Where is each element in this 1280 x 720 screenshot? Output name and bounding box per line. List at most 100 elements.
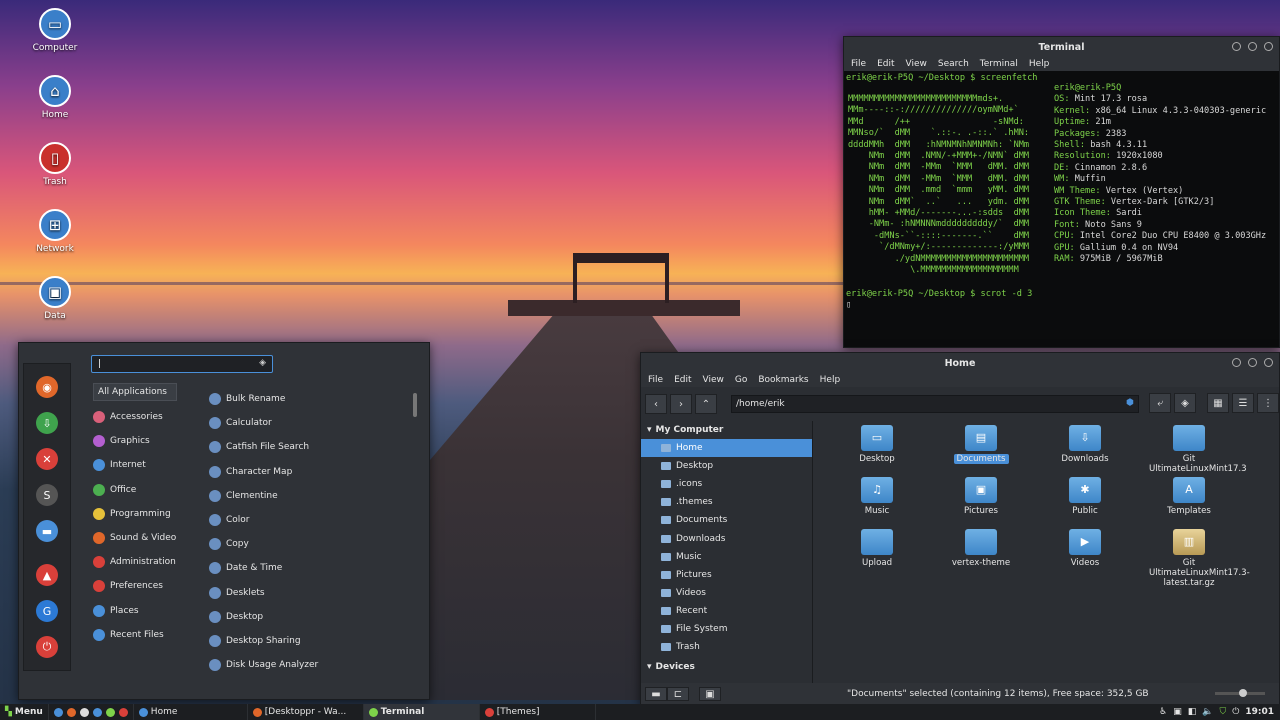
menu-scrollbar[interactable] (413, 393, 417, 417)
files-menu-item[interactable]: Help (820, 375, 841, 385)
category-item[interactable]: All Applications (93, 383, 177, 401)
category-item[interactable]: Programming (93, 502, 203, 526)
category-item[interactable]: Administration (93, 550, 203, 574)
tools-icon[interactable] (118, 707, 128, 717)
settings-icon[interactable] (92, 707, 102, 717)
file-item[interactable]: Git UltimateLinuxMint17.3 (1149, 425, 1247, 474)
files-menu-item[interactable]: Bookmarks (758, 375, 808, 385)
file-item[interactable]: ▭ Desktop (837, 425, 917, 464)
category-item[interactable]: Accessories (93, 405, 203, 429)
sidebar-section-header[interactable]: ▾ Devices (641, 658, 812, 676)
file-item[interactable]: ⇩ Downloads (1045, 425, 1125, 464)
folder-icon[interactable]: ▬ (36, 520, 58, 542)
app-item[interactable]: Clementine (209, 484, 409, 508)
category-item[interactable]: Recent Files (93, 623, 203, 647)
file-item[interactable]: ✱ Public (1045, 477, 1125, 516)
toggle-location-button[interactable]: ◈ (1174, 393, 1196, 413)
show-desktop-icon[interactable] (53, 707, 63, 717)
sidebar-item[interactable]: Recent (641, 602, 812, 620)
synaptic-icon[interactable] (79, 707, 89, 717)
app-item[interactable]: Character Map (209, 460, 409, 484)
file-item[interactable]: ▤ Documents (941, 425, 1021, 464)
sidebar-item[interactable]: .icons (641, 475, 812, 493)
bookmark-icon[interactable]: ⬢ (1126, 398, 1134, 408)
open-terminal-button[interactable]: ⤶ (1149, 393, 1171, 413)
zoom-slider[interactable] (1215, 689, 1265, 697)
category-item[interactable]: Places (93, 599, 203, 623)
desktop-icon-home[interactable]: ⌂ Home (22, 75, 88, 120)
category-item[interactable]: Preferences (93, 574, 203, 598)
forward-button[interactable]: › (670, 394, 692, 414)
category-item[interactable]: Internet (93, 453, 203, 477)
file-item[interactable]: ▣ Pictures (941, 477, 1021, 516)
taskbar-button[interactable]: Terminal (363, 704, 480, 720)
desktop-icon-computer[interactable]: ▭ Computer (22, 8, 88, 53)
accessibility-icon[interactable]: ♿ (1159, 707, 1167, 717)
sidebar-item[interactable]: Home (641, 439, 812, 458)
sidebar-item[interactable]: Music (641, 548, 812, 566)
firefox-icon[interactable]: ◉ (36, 376, 58, 398)
up-button[interactable]: ⌃ (695, 394, 717, 414)
desktop-icon-data[interactable]: ▣ Data (22, 276, 88, 321)
file-item[interactable]: ♫ Music (837, 477, 917, 516)
sidebar-item[interactable]: Desktop (641, 457, 812, 475)
sidebar-item[interactable]: File System (641, 620, 812, 638)
file-item[interactable]: A Templates (1149, 477, 1229, 516)
terminal-window[interactable]: Terminal File Edit View Search Terminal Help … (843, 36, 1280, 348)
sidebar-item[interactable]: Trash (641, 638, 812, 656)
app-item[interactable]: Color (209, 508, 409, 532)
maximize-button[interactable] (1248, 358, 1257, 367)
app-item[interactable]: Copy (209, 532, 409, 556)
show-tree-button[interactable]: ⊏ (667, 687, 689, 701)
power-icon[interactable]: ⏻ (36, 636, 58, 658)
taskbar-button[interactable]: [Desktoppr - Wa... (248, 704, 364, 720)
terminal-titlebar[interactable]: Terminal (844, 37, 1279, 57)
notification-icon[interactable]: ▣ (1173, 707, 1182, 717)
synaptic-icon[interactable]: S (36, 484, 58, 506)
list-view-button[interactable]: ☰ (1232, 393, 1254, 413)
app-item[interactable]: Bulk Rename (209, 387, 409, 411)
minimize-button[interactable] (1232, 42, 1241, 51)
tools-icon[interactable]: ✕ (36, 448, 58, 470)
clear-search-icon[interactable]: ◈ (259, 358, 266, 368)
firefox-icon[interactable] (66, 707, 76, 717)
files-menu-item[interactable]: Edit (674, 375, 691, 385)
sidebar-item[interactable]: Videos (641, 584, 812, 602)
app-item[interactable]: Desktop Sharing (209, 629, 409, 653)
files-menu-item[interactable]: Go (735, 375, 747, 385)
sidebar-item[interactable]: Documents (641, 511, 812, 529)
file-manager-window[interactable]: Home File Edit View Go Bookmarks Help ‹ › ⌃ /… (640, 352, 1280, 706)
terminal-menu-item[interactable]: Terminal (980, 59, 1018, 69)
show-places-button[interactable]: ▬ (645, 687, 667, 701)
sidebar-section-header[interactable]: ▾ My Computer (641, 421, 812, 439)
power-icon[interactable]: ⏻ (1232, 707, 1239, 717)
network-icon[interactable]: ◧ (1188, 707, 1197, 717)
terminal-launcher-icon[interactable] (105, 707, 115, 717)
category-item[interactable]: Office (93, 478, 203, 502)
terminal-menu-item[interactable]: File (851, 59, 866, 69)
minimize-button[interactable] (1232, 358, 1241, 367)
file-item[interactable]: vertex-theme (941, 529, 1021, 568)
terminal-menu-item[interactable]: Search (938, 59, 969, 69)
terminal-output[interactable]: erik@erik-P5Q ~/Desktop $ screenfetch MM… (844, 71, 1279, 347)
desktop-icon-network[interactable]: ⊞ Network (22, 209, 88, 254)
hide-sidebar-button[interactable]: ▣ (699, 687, 721, 701)
close-button[interactable] (1264, 42, 1273, 51)
close-button[interactable] (1264, 358, 1273, 367)
terminal-menu-item[interactable]: Edit (877, 59, 894, 69)
update-shield-icon[interactable]: ⛉ (1219, 707, 1226, 717)
desktop-icon-trash[interactable]: ▯ Trash (22, 142, 88, 187)
back-button[interactable]: ‹ (645, 394, 667, 414)
app-item[interactable]: Catfish File Search (209, 435, 409, 459)
file-item[interactable]: ▥ Git UltimateLinuxMint17.3-latest.tar.gz (1149, 529, 1250, 588)
files-titlebar[interactable]: Home (641, 353, 1279, 373)
category-item[interactable]: Sound & Video (93, 526, 203, 550)
volume-icon[interactable]: 🔈 (1202, 707, 1213, 717)
lock-icon[interactable]: ▲ (36, 564, 58, 586)
taskbar-button[interactable]: Home (134, 704, 248, 720)
app-item[interactable]: Disk Usage Analyzer (209, 653, 409, 677)
file-item[interactable]: Upload (837, 529, 917, 568)
file-item[interactable]: ▶ Videos (1045, 529, 1125, 568)
menu-button[interactable]: ▚ Menu (0, 704, 49, 720)
terminal-menu-item[interactable]: View (906, 59, 927, 69)
